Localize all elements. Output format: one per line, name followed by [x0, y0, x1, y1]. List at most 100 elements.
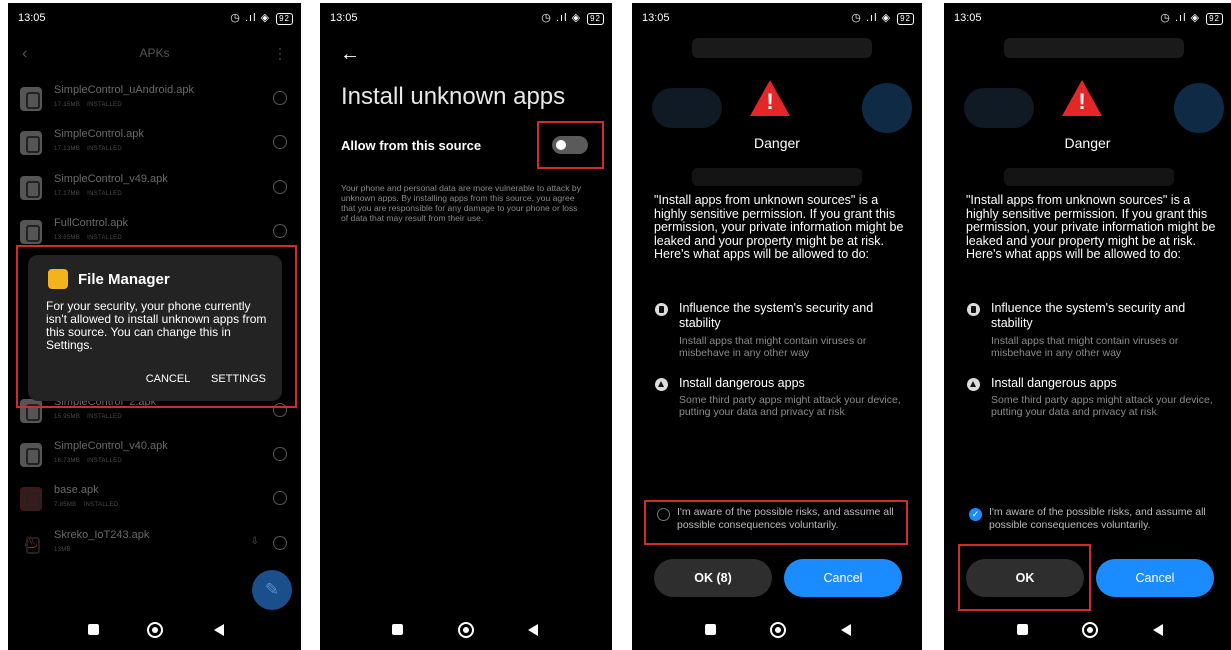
apk-file-icon [20, 220, 42, 244]
recents-button-icon[interactable] [705, 624, 716, 635]
cancel-button[interactable]: Cancel [784, 559, 902, 597]
apk-file-icon [20, 443, 42, 467]
back-button-icon[interactable] [528, 624, 538, 636]
apk-file-icon [20, 176, 42, 200]
warning-icon [655, 378, 668, 391]
file-meta: 7.85MB INSTALLED [54, 502, 118, 508]
danger-message: "Install apps from unknown sources" is a… [966, 193, 1216, 261]
file-name: SimpleControl_uAndroid.apk [54, 84, 195, 96]
blurred-background [964, 88, 1034, 128]
status-icon-glyphs: ◷ .ıl ◈ [1160, 12, 1201, 24]
status-icon-glyphs: ◷ .ıl ◈ [851, 12, 892, 24]
file-state: INSTALLED [87, 102, 123, 108]
exclamation-icon: ! [1078, 89, 1086, 114]
battery-icon: 92 [1206, 13, 1223, 25]
dialog-title-row: File Manager [48, 269, 170, 289]
select-radio[interactable] [273, 536, 287, 550]
more-options-icon[interactable]: ⋮ [273, 45, 287, 62]
file-meta: 17.13MB INSTALLED [54, 146, 122, 152]
flame-app-icon: ♨ [20, 532, 42, 556]
file-row[interactable]: SimpleControl_uAndroid.apk 17.15MB INSTAL… [8, 81, 301, 125]
back-button-icon[interactable] [1153, 624, 1163, 636]
screen-danger-confirmed: 13:05 ◷ .ıl ◈ 92 ! Danger "Install apps … [944, 3, 1231, 650]
ok-button[interactable]: OK (8) [654, 559, 772, 597]
permission-description: Some third party apps might attack your … [679, 394, 901, 418]
clean-fab-icon[interactable]: ✎ [252, 570, 292, 610]
battery-icon: 92 [276, 13, 293, 25]
page-title: APKs [139, 46, 170, 60]
dialog-message: For your security, your phone currently … [46, 299, 267, 352]
apk-file-icon [20, 487, 42, 511]
file-row[interactable]: ♨ Skreko_IoT243.apk 13MB ⇩ [8, 526, 301, 570]
home-button-icon[interactable] [1082, 622, 1098, 638]
recents-button-icon[interactable] [1017, 624, 1028, 635]
page-title: Install unknown apps [341, 83, 566, 110]
select-radio[interactable] [273, 180, 287, 194]
battery-icon: 92 [897, 13, 914, 25]
acknowledge-text: I'm aware of the possible risks, and ass… [989, 506, 1206, 531]
file-size: 13MB [54, 547, 71, 553]
screen-install-unknown-apps: 13:05 ◷ .ıl ◈ 92 ← Install unknown apps … [320, 3, 612, 650]
status-icons: ◷ .ıl ◈ 92 [230, 11, 293, 25]
cancel-button[interactable]: Cancel [1096, 559, 1214, 597]
exclamation-icon: ! [766, 89, 774, 114]
select-radio[interactable] [273, 491, 287, 505]
phone-security-icon [655, 303, 668, 316]
home-button-icon[interactable] [770, 622, 786, 638]
recents-button-icon[interactable] [392, 624, 403, 635]
file-state: INSTALLED [83, 502, 119, 508]
select-radio[interactable] [273, 91, 287, 105]
file-meta: 15.95MB INSTALLED [54, 414, 122, 420]
file-size: 13.65MB [54, 235, 81, 241]
status-icon-glyphs: ◷ .ıl ◈ [230, 12, 271, 24]
highlight-box [958, 544, 1091, 611]
status-bar: 13:05 ◷ .ıl ◈ 92 [320, 3, 612, 33]
status-time: 13:05 [642, 12, 670, 24]
file-manager-dialog: File Manager For your security, your pho… [28, 255, 282, 401]
blurred-background [1004, 38, 1184, 58]
home-button-icon[interactable] [458, 622, 474, 638]
dialog-actions: CANCEL SETTINGS [128, 373, 266, 385]
highlight-box [537, 121, 604, 169]
select-radio[interactable] [273, 447, 287, 461]
file-meta: 13.65MB INSTALLED [54, 235, 122, 241]
file-row[interactable]: SimpleControl_v40.apk 16.73MB INSTALLED [8, 437, 301, 481]
file-name: SimpleControl_v40.apk [54, 440, 168, 452]
permission-description: Install apps that might contain viruses … [679, 335, 867, 359]
recents-button-icon[interactable] [88, 624, 99, 635]
file-state: INSTALLED [87, 458, 123, 464]
file-row[interactable]: SimpleControl_v49.apk 17.17MB INSTALLED [8, 170, 301, 214]
nav-bar [320, 610, 612, 650]
battery-icon: 92 [587, 13, 604, 25]
back-arrow-icon[interactable]: ← [340, 43, 360, 66]
nav-bar [632, 610, 922, 650]
cancel-button[interactable]: CANCEL [146, 373, 190, 385]
home-button-icon[interactable] [147, 622, 163, 638]
file-size: 7.85MB [54, 502, 77, 508]
permission-title: Influence the system's security and stab… [679, 301, 874, 330]
warning-description: Your phone and personal data are more vu… [341, 183, 581, 223]
permission-description: Install apps that might contain viruses … [991, 335, 1179, 359]
file-row[interactable]: base.apk 7.85MB INSTALLED [8, 481, 301, 525]
file-size: 17.17MB [54, 191, 81, 197]
file-name: SimpleControl_v49.apk [54, 173, 168, 185]
apk-file-icon [20, 131, 42, 155]
highlight-box [644, 500, 908, 545]
settings-button[interactable]: SETTINGS [211, 373, 266, 385]
status-bar: 13:05 ◷ .ıl ◈ 92 [632, 3, 922, 33]
status-time: 13:05 [330, 12, 358, 24]
back-button-icon[interactable] [214, 624, 224, 636]
download-icon[interactable]: ⇩ [251, 536, 259, 547]
back-button-icon[interactable] [841, 624, 851, 636]
blurred-background [862, 83, 912, 133]
file-row[interactable]: SimpleControl.apk 17.13MB INSTALLED [8, 125, 301, 169]
file-size: 17.15MB [54, 102, 81, 108]
permission-description: Some third party apps might attack your … [991, 394, 1213, 418]
select-radio[interactable] [273, 135, 287, 149]
acknowledge-checkbox-checked-icon[interactable]: ✓ [969, 508, 982, 521]
select-radio[interactable] [273, 224, 287, 238]
allow-source-label: Allow from this source [341, 138, 482, 153]
status-bar: 13:05 ◷ .ıl ◈ 92 [944, 3, 1231, 33]
warning-icon [967, 378, 980, 391]
apk-file-icon [20, 87, 42, 111]
